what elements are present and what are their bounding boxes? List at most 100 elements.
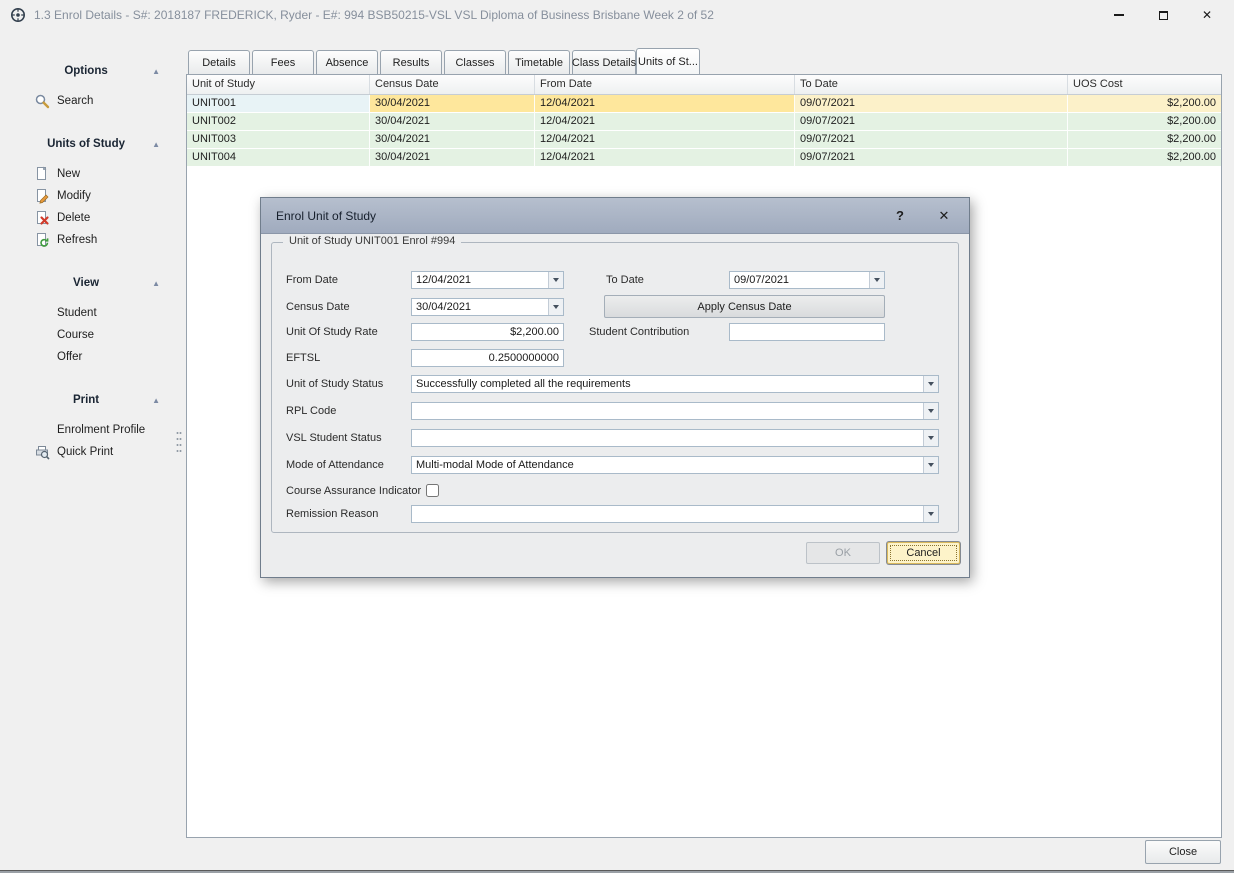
tab-absence[interactable]: Absence xyxy=(316,50,378,74)
apply-census-date-button[interactable]: Apply Census Date xyxy=(604,295,885,318)
sidebar-item-enrolment-profile[interactable]: Enrolment Profile xyxy=(0,419,186,441)
blank-icon xyxy=(34,305,50,321)
vsl-student-status-input[interactable] xyxy=(411,429,939,447)
cell-uos-cost[interactable]: $2,200.00 xyxy=(1068,149,1221,167)
cell-unit[interactable]: UNIT004 xyxy=(187,149,370,167)
help-button[interactable]: ? xyxy=(890,206,910,226)
census-date-combo[interactable] xyxy=(411,298,564,316)
table-row-unit002[interactable]: UNIT002 30/04/2021 12/04/2021 09/07/2021… xyxy=(187,113,1221,131)
chevron-down-icon[interactable] xyxy=(923,430,938,446)
cell-to-date[interactable]: 09/07/2021 xyxy=(795,113,1068,131)
close-window-button[interactable]: ✕ xyxy=(1198,6,1216,24)
sidebar-header-view[interactable]: View ▲ xyxy=(0,272,186,294)
column-header-census-date[interactable]: Census Date xyxy=(370,75,535,94)
sidebar-item-modify[interactable]: Modify xyxy=(0,185,186,207)
sidebar-item-delete[interactable]: Delete xyxy=(0,207,186,229)
cell-census-date[interactable]: 30/04/2021 xyxy=(370,113,535,131)
sidebar-item-label: Course xyxy=(57,329,94,341)
tab-timetable[interactable]: Timetable xyxy=(508,50,570,74)
sidebar-item-quick-print[interactable]: Quick Print xyxy=(0,441,186,463)
cell-from-date[interactable]: 12/04/2021 xyxy=(535,113,795,131)
sidebar-header-options[interactable]: Options ▲ xyxy=(0,60,186,82)
chevron-down-icon[interactable] xyxy=(548,299,563,315)
from-date-input[interactable] xyxy=(411,271,564,289)
tab-details[interactable]: Details xyxy=(188,50,250,74)
tab-class-details[interactable]: Class Details xyxy=(572,50,636,74)
cell-unit[interactable]: UNIT002 xyxy=(187,113,370,131)
mode-of-attendance-combo[interactable] xyxy=(411,456,939,474)
cell-from-date[interactable]: 12/04/2021 xyxy=(535,149,795,167)
unit-of-study-status-input[interactable] xyxy=(411,375,939,393)
remission-reason-input[interactable] xyxy=(411,505,939,523)
to-date-combo[interactable] xyxy=(729,271,885,289)
chevron-down-icon[interactable] xyxy=(548,272,563,288)
remission-reason-combo[interactable] xyxy=(411,505,939,523)
help-icon: ? xyxy=(896,208,904,223)
minimize-button[interactable] xyxy=(1110,6,1128,24)
cell-census-date[interactable]: 30/04/2021 xyxy=(370,149,535,167)
chevron-down-icon[interactable] xyxy=(923,457,938,473)
column-header-from-date[interactable]: From Date xyxy=(535,75,795,94)
delete-icon xyxy=(34,210,50,226)
tab-classes[interactable]: Classes xyxy=(444,50,506,74)
sidebar-item-refresh[interactable]: Refresh xyxy=(0,229,186,251)
window-title: 1.3 Enrol Details - S#: 2018187 FREDERIC… xyxy=(34,8,714,22)
dialog-close-button[interactable]: ✕ xyxy=(934,206,954,226)
cell-from-date[interactable]: 12/04/2021 xyxy=(535,95,795,113)
course-assurance-indicator-checkbox[interactable] xyxy=(426,484,439,497)
course-assurance-indicator-label: Course Assurance Indicator xyxy=(286,482,421,500)
tab-fees[interactable]: Fees xyxy=(252,50,314,74)
column-header-uos-cost[interactable]: UOS Cost xyxy=(1068,75,1221,94)
cell-census-date[interactable]: 30/04/2021 xyxy=(370,131,535,149)
table-row-unit004[interactable]: UNIT004 30/04/2021 12/04/2021 09/07/2021… xyxy=(187,149,1221,167)
tab-results[interactable]: Results xyxy=(380,50,442,74)
table-row-unit001[interactable]: UNIT001 30/04/2021 12/04/2021 09/07/2021… xyxy=(187,95,1221,113)
sidebar-item-offer[interactable]: Offer xyxy=(0,346,186,368)
from-date-combo[interactable] xyxy=(411,271,564,289)
sidebar-item-student[interactable]: Student xyxy=(0,302,186,324)
cell-uos-cost[interactable]: $2,200.00 xyxy=(1068,113,1221,131)
cell-census-date[interactable]: 30/04/2021 xyxy=(370,95,535,113)
column-header-unit-of-study[interactable]: Unit of Study xyxy=(187,75,370,94)
column-header-to-date[interactable]: To Date xyxy=(795,75,1068,94)
maximize-button[interactable] xyxy=(1154,6,1172,24)
sidebar-item-new[interactable]: New xyxy=(0,163,186,185)
table-row-unit003[interactable]: UNIT003 30/04/2021 12/04/2021 09/07/2021… xyxy=(187,131,1221,149)
cell-to-date[interactable]: 09/07/2021 xyxy=(795,149,1068,167)
eftsl-input[interactable] xyxy=(411,349,564,367)
cell-to-date[interactable]: 09/07/2021 xyxy=(795,131,1068,149)
unit-of-study-rate-input[interactable] xyxy=(411,323,564,341)
cancel-button[interactable]: Cancel xyxy=(887,542,960,564)
sidebar-item-course[interactable]: Course xyxy=(0,324,186,346)
search-icon xyxy=(34,93,50,109)
cell-to-date[interactable]: 09/07/2021 xyxy=(795,95,1068,113)
sidebar-splitter-handle[interactable] xyxy=(175,430,183,458)
chevron-down-icon[interactable] xyxy=(869,272,884,288)
section-title: Print xyxy=(20,394,152,406)
chevron-up-icon: ▲ xyxy=(152,396,160,405)
chevron-down-icon[interactable] xyxy=(923,506,938,522)
ok-button: OK xyxy=(806,542,880,564)
mode-of-attendance-label: Mode of Attendance xyxy=(286,456,384,474)
cell-uos-cost[interactable]: $2,200.00 xyxy=(1068,131,1221,149)
chevron-down-icon[interactable] xyxy=(923,403,938,419)
census-date-input[interactable] xyxy=(411,298,564,316)
sidebar-item-search[interactable]: Search xyxy=(0,90,186,112)
close-button[interactable]: Close xyxy=(1145,840,1221,864)
cell-unit[interactable]: UNIT003 xyxy=(187,131,370,149)
mode-of-attendance-input[interactable] xyxy=(411,456,939,474)
cell-uos-cost[interactable]: $2,200.00 xyxy=(1068,95,1221,113)
tab-units-of-study[interactable]: Units of St... xyxy=(636,48,700,74)
cell-from-date[interactable]: 12/04/2021 xyxy=(535,131,795,149)
cell-unit[interactable]: UNIT001 xyxy=(187,95,370,113)
to-date-input[interactable] xyxy=(729,271,885,289)
unit-of-study-status-combo[interactable] xyxy=(411,375,939,393)
rpl-code-input[interactable] xyxy=(411,402,939,420)
student-contribution-input[interactable] xyxy=(729,323,885,341)
rpl-code-combo[interactable] xyxy=(411,402,939,420)
sidebar-header-print[interactable]: Print ▲ xyxy=(0,389,186,411)
sidebar-header-units-of-study[interactable]: Units of Study ▲ xyxy=(0,133,186,155)
sidebar-item-label: Quick Print xyxy=(57,446,113,458)
vsl-student-status-combo[interactable] xyxy=(411,429,939,447)
chevron-down-icon[interactable] xyxy=(923,376,938,392)
